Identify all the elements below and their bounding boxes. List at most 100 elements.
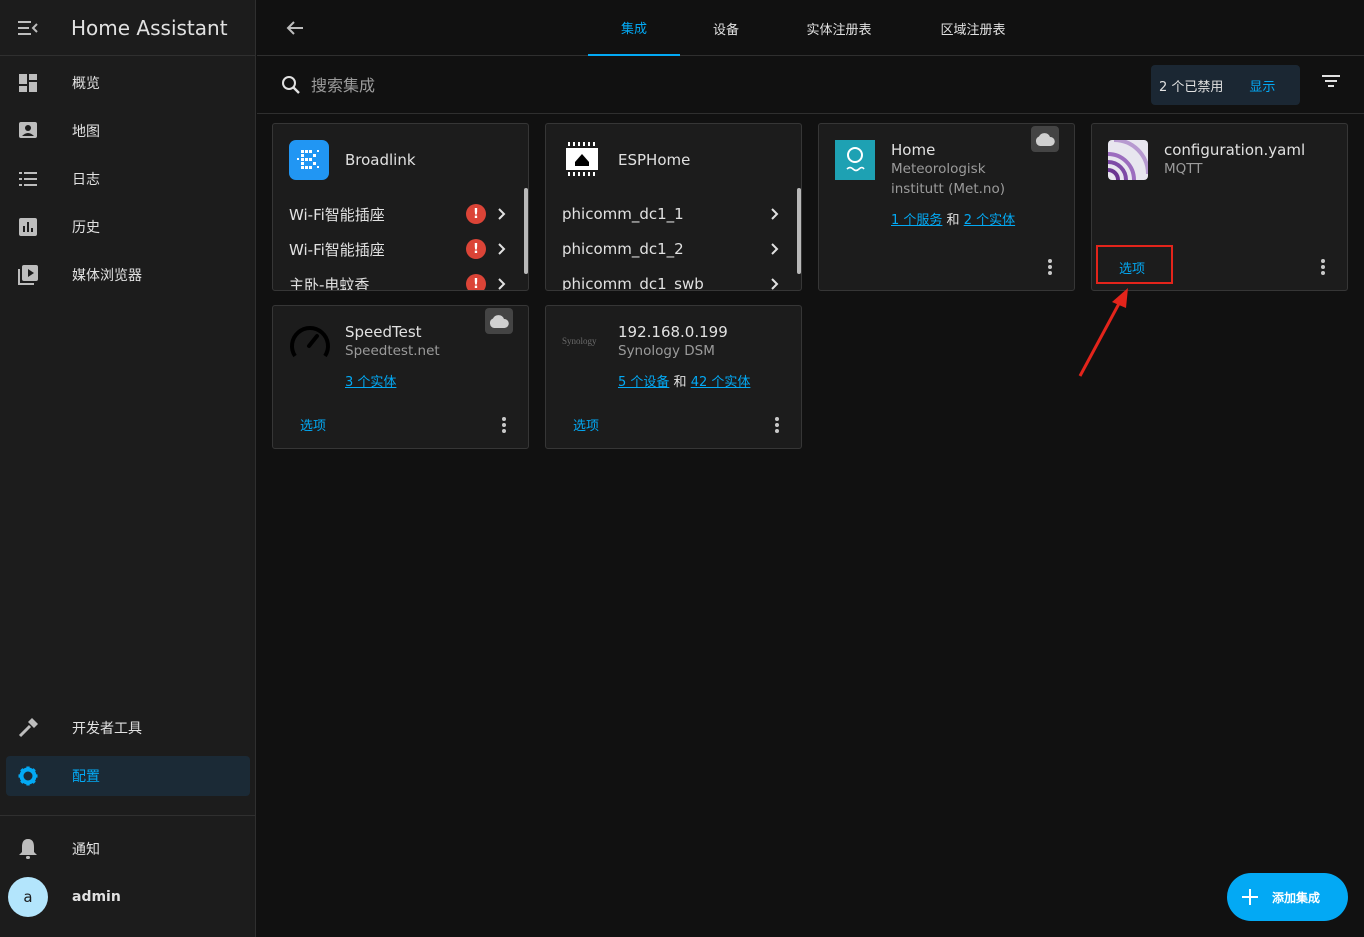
more-options-button[interactable] [502,417,506,435]
gear-icon [18,766,38,786]
chevron-right-icon [769,208,781,220]
integration-card-synology: Synology 192.168.0.199 Synology DSM 5 个设… [545,305,802,449]
sidebar-item-config[interactable]: 配置 [6,756,250,796]
history-icon [19,218,37,236]
disabled-count: 2 个已禁用 [1159,79,1224,95]
services-link[interactable]: 1 个服务 [891,213,942,228]
device-name: Wi-Fi智能插座 [289,240,385,259]
cloud-icon [485,308,513,334]
more-options-button[interactable] [1048,259,1052,277]
sidebar-item-overview[interactable]: 概览 [6,63,250,103]
card-title: Broadlink [345,151,416,169]
search-input[interactable] [311,70,811,100]
device-row[interactable]: phicomm_dc1_1 [562,199,781,229]
entities-link[interactable]: 2 个实体 [964,213,1015,228]
error-icon: ! [466,239,486,259]
logbook-icon [19,172,37,186]
annotation-highlight-box [1096,245,1173,284]
error-icon: ! [466,274,486,290]
integration-card-met: Home Meteorologisk institutt (Met.no) 1 … [818,123,1075,291]
top-bar: 集成 设备 实体注册表 区域注册表 [257,0,1364,56]
entities-link[interactable]: 3 个实体 [345,375,396,390]
card-links: 5 个设备 和 42 个实体 [618,371,750,390]
card-title: SpeedTest [345,323,422,341]
disabled-integrations-box: 2 个已禁用 显示 [1151,65,1300,105]
integration-card-broadlink: Broadlink Wi-Fi智能插座 ! Wi-Fi智能插座 ! 主卧-电蚊香… [272,123,529,291]
chevron-right-icon [496,208,508,220]
sidebar-item-history[interactable]: 历史 [6,207,250,247]
filter-icon [1322,75,1340,87]
scrollbar[interactable] [524,188,528,274]
card-subtitle: Synology DSM [618,343,715,359]
card-title: 192.168.0.199 [618,323,728,341]
add-integration-label: 添加集成 [1272,890,1321,905]
sidebar-item-media-browser[interactable]: 媒体浏览器 [6,255,250,295]
card-subtitle: Meteorologisk institutt (Met.no) [891,161,1005,197]
card-title: configuration.yaml [1164,141,1306,159]
show-disabled-button[interactable]: 显示 [1249,76,1275,95]
device-row[interactable]: 主卧-电蚊香 ! [289,269,508,291]
options-button[interactable]: 选项 [300,415,326,434]
speedtest-logo-icon [290,326,330,358]
media-browser-icon [18,265,38,285]
tab-areas[interactable]: 区域注册表 [923,0,1023,56]
sidebar-item-notifications[interactable]: 通知 [6,829,250,869]
sidebar-item-label: 日志 [72,172,100,188]
tab-integrations[interactable]: 集成 [588,0,680,56]
integration-card-speedtest: SpeedTest Speedtest.net 3 个实体 选项 [272,305,529,449]
synology-logo: Synology [562,336,597,346]
sidebar-item-label: 媒体浏览器 [72,268,142,284]
arrow-left-icon [286,21,303,35]
annotation-arrow-icon [1078,288,1128,377]
search-bar: 2 个已禁用 显示 [257,56,1364,114]
met-logo-icon [835,140,875,180]
sidebar-item-label: 概览 [72,76,100,92]
sidebar-header: Home Assistant [0,0,255,56]
broadlink-logo-icon [289,140,329,180]
sidebar-divider [0,815,256,816]
scrollbar[interactable] [797,188,801,274]
sidebar-item-logbook[interactable]: 日志 [6,159,250,199]
cloud-icon [1031,126,1059,152]
hammer-icon [18,718,38,738]
and-text: 和 [673,375,687,390]
device-row[interactable]: Wi-Fi智能插座 ! [289,234,508,264]
back-button[interactable] [283,16,307,40]
sidebar-item-map[interactable]: 地图 [6,111,250,151]
card-subtitle: Speedtest.net [345,343,440,359]
more-options-button[interactable] [775,417,779,435]
chevron-right-icon [496,243,508,255]
card-links: 3 个实体 [345,371,396,390]
device-name: phicomm_dc1_1 [562,205,684,223]
tab-entities[interactable]: 实体注册表 [789,0,889,56]
sidebar: Home Assistant 概览 地图 日志 历史 媒体浏览器 开发者工具 配… [0,0,256,937]
menu-toggle-button[interactable] [0,0,56,56]
options-button[interactable]: 选项 [573,415,599,434]
card-subtitle: MQTT [1164,161,1203,177]
error-icon: ! [466,204,486,224]
dashboard-icon [19,74,37,92]
sidebar-item-label: 通知 [72,842,100,858]
sidebar-item-user[interactable]: a admin [8,877,252,917]
devices-link[interactable]: 5 个设备 [618,375,669,390]
sidebar-item-developer-tools[interactable]: 开发者工具 [6,708,250,748]
entities-link[interactable]: 42 个实体 [691,375,751,390]
mqtt-logo-icon [1108,140,1148,180]
sidebar-item-label: 地图 [72,124,100,140]
chevron-right-icon [769,243,781,255]
more-options-button[interactable] [1321,259,1325,277]
sidebar-item-label: 配置 [72,769,100,785]
add-integration-button[interactable]: 添加集成 [1227,873,1348,921]
integration-card-esphome: ESPHome phicomm_dc1_1 phicomm_dc1_2 phic… [545,123,802,291]
filter-button[interactable] [1321,73,1341,93]
tab-devices[interactable]: 设备 [686,0,766,56]
esphome-logo-icon [566,142,598,176]
and-text: 和 [946,213,960,228]
device-row[interactable]: phicomm_dc1_swb [562,269,781,290]
device-row[interactable]: phicomm_dc1_2 [562,234,781,264]
device-row[interactable]: Wi-Fi智能插座 ! [289,199,508,229]
device-name: phicomm_dc1_2 [562,240,684,258]
plus-icon [1242,889,1258,905]
search-icon [282,76,300,94]
device-name: 主卧-电蚊香 [289,275,370,291]
